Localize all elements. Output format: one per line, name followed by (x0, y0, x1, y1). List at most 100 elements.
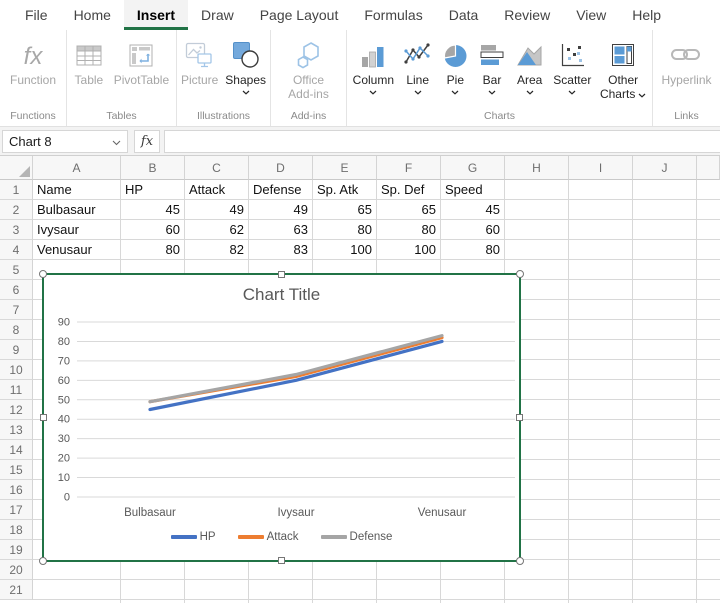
row-header-3[interactable]: 3 (0, 220, 33, 240)
chevron-down-icon (414, 88, 422, 97)
row-header-15[interactable]: 15 (0, 460, 33, 480)
bar-button[interactable]: Bar (475, 35, 509, 99)
button-label-line2: Charts (600, 87, 646, 101)
cell-D1[interactable]: Defense (249, 180, 313, 200)
row-header-5[interactable]: 5 (0, 260, 33, 280)
scatter-button[interactable]: Scatter (550, 35, 594, 99)
column-header-G[interactable]: G (441, 156, 505, 180)
cell-B2[interactable]: 45 (121, 200, 185, 220)
resize-handle-left[interactable] (40, 414, 47, 421)
tab-file[interactable]: File (12, 0, 61, 30)
cell-E4[interactable]: 100 (313, 240, 377, 260)
row-header-18[interactable]: 18 (0, 520, 33, 540)
cell-A3[interactable]: Ivysaur (33, 220, 121, 240)
column-header-D[interactable]: D (249, 156, 313, 180)
legend-item-attack[interactable]: Attack (238, 531, 299, 543)
column-header-partial[interactable] (697, 156, 720, 180)
column-header-E[interactable]: E (313, 156, 377, 180)
tab-review[interactable]: Review (491, 0, 563, 30)
other-charts-button[interactable]: OtherCharts (597, 35, 649, 103)
row-header-19[interactable]: 19 (0, 540, 33, 560)
row-header-4[interactable]: 4 (0, 240, 33, 260)
line-button[interactable]: Line (400, 35, 436, 99)
button-label: Table (75, 73, 104, 87)
row-header-17[interactable]: 17 (0, 500, 33, 520)
cell-G2[interactable]: 45 (441, 200, 505, 220)
resize-handle-top[interactable] (278, 271, 285, 278)
cell-G3[interactable]: 60 (441, 220, 505, 240)
cell-F4[interactable]: 100 (377, 240, 441, 260)
cell-D3[interactable]: 63 (249, 220, 313, 240)
row-header-13[interactable]: 13 (0, 420, 33, 440)
row-header-2[interactable]: 2 (0, 200, 33, 220)
tab-insert[interactable]: Insert (124, 0, 188, 30)
cell-C2[interactable]: 49 (185, 200, 249, 220)
legend-item-defense[interactable]: Defense (321, 531, 393, 543)
resize-handle-bottom[interactable] (278, 557, 285, 564)
cell-F3[interactable]: 80 (377, 220, 441, 240)
column-header-J[interactable]: J (633, 156, 697, 180)
shapes-button[interactable]: Shapes (222, 35, 269, 99)
cell-E1[interactable]: Sp. Atk (313, 180, 377, 200)
area-button[interactable]: Area (512, 35, 548, 99)
row-header-10[interactable]: 10 (0, 360, 33, 380)
tab-help[interactable]: Help (619, 0, 674, 30)
resize-handle-bottom-left[interactable] (39, 557, 47, 565)
cell-C4[interactable]: 82 (185, 240, 249, 260)
row-header-20[interactable]: 20 (0, 560, 33, 580)
tab-formulas[interactable]: Formulas (351, 0, 435, 30)
column-button[interactable]: Column (350, 35, 397, 99)
row-header-16[interactable]: 16 (0, 480, 33, 500)
resize-handle-bottom-right[interactable] (516, 557, 524, 565)
tab-draw[interactable]: Draw (188, 0, 247, 30)
cell-B4[interactable]: 80 (121, 240, 185, 260)
legend-item-hp[interactable]: HP (171, 531, 216, 543)
select-all-corner[interactable] (0, 156, 33, 180)
row-header-21[interactable]: 21 (0, 580, 33, 600)
cell-C3[interactable]: 62 (185, 220, 249, 240)
cell-F1[interactable]: Sp. Def (377, 180, 441, 200)
row-header-9[interactable]: 9 (0, 340, 33, 360)
cell-D4[interactable]: 83 (249, 240, 313, 260)
row-header-12[interactable]: 12 (0, 400, 33, 420)
tab-page-layout[interactable]: Page Layout (247, 0, 352, 30)
cell-D2[interactable]: 49 (249, 200, 313, 220)
cell-A2[interactable]: Bulbasaur (33, 200, 121, 220)
cell-F2[interactable]: 65 (377, 200, 441, 220)
row-header-11[interactable]: 11 (0, 380, 33, 400)
cell-G4[interactable]: 80 (441, 240, 505, 260)
row-header-6[interactable]: 6 (0, 280, 33, 300)
cell-E3[interactable]: 80 (313, 220, 377, 240)
column-header-A[interactable]: A (33, 156, 121, 180)
cell-C1[interactable]: Attack (185, 180, 249, 200)
column-header-B[interactable]: B (121, 156, 185, 180)
cell-A1[interactable]: Name (33, 180, 121, 200)
pie-button[interactable]: Pie (438, 35, 472, 99)
select-all-triangle-icon (19, 166, 30, 177)
fx-button[interactable]: fx (134, 130, 160, 153)
series-line-defense[interactable] (150, 336, 442, 402)
resize-handle-top-right[interactable] (516, 270, 524, 278)
row-header-1[interactable]: 1 (0, 180, 33, 200)
row-header-14[interactable]: 14 (0, 440, 33, 460)
resize-handle-right[interactable] (516, 414, 523, 421)
cell-A4[interactable]: Venusaur (33, 240, 121, 260)
chart-legend[interactable]: HP Attack Defense (44, 531, 519, 543)
column-header-I[interactable]: I (569, 156, 633, 180)
cell-E2[interactable]: 65 (313, 200, 377, 220)
row-header-8[interactable]: 8 (0, 320, 33, 340)
formula-input[interactable] (164, 130, 720, 153)
cell-B1[interactable]: HP (121, 180, 185, 200)
resize-handle-top-left[interactable] (39, 270, 47, 278)
cell-B3[interactable]: 60 (121, 220, 185, 240)
tab-view[interactable]: View (563, 0, 619, 30)
column-header-F[interactable]: F (377, 156, 441, 180)
row-header-7[interactable]: 7 (0, 300, 33, 320)
tab-data[interactable]: Data (436, 0, 492, 30)
cell-G1[interactable]: Speed (441, 180, 505, 200)
column-header-C[interactable]: C (185, 156, 249, 180)
name-box[interactable]: Chart 8 (2, 130, 128, 153)
column-header-H[interactable]: H (505, 156, 569, 180)
chart-object[interactable]: Chart Title 0102030405060708090Bulbasaur… (42, 273, 521, 562)
tab-home[interactable]: Home (61, 0, 124, 30)
